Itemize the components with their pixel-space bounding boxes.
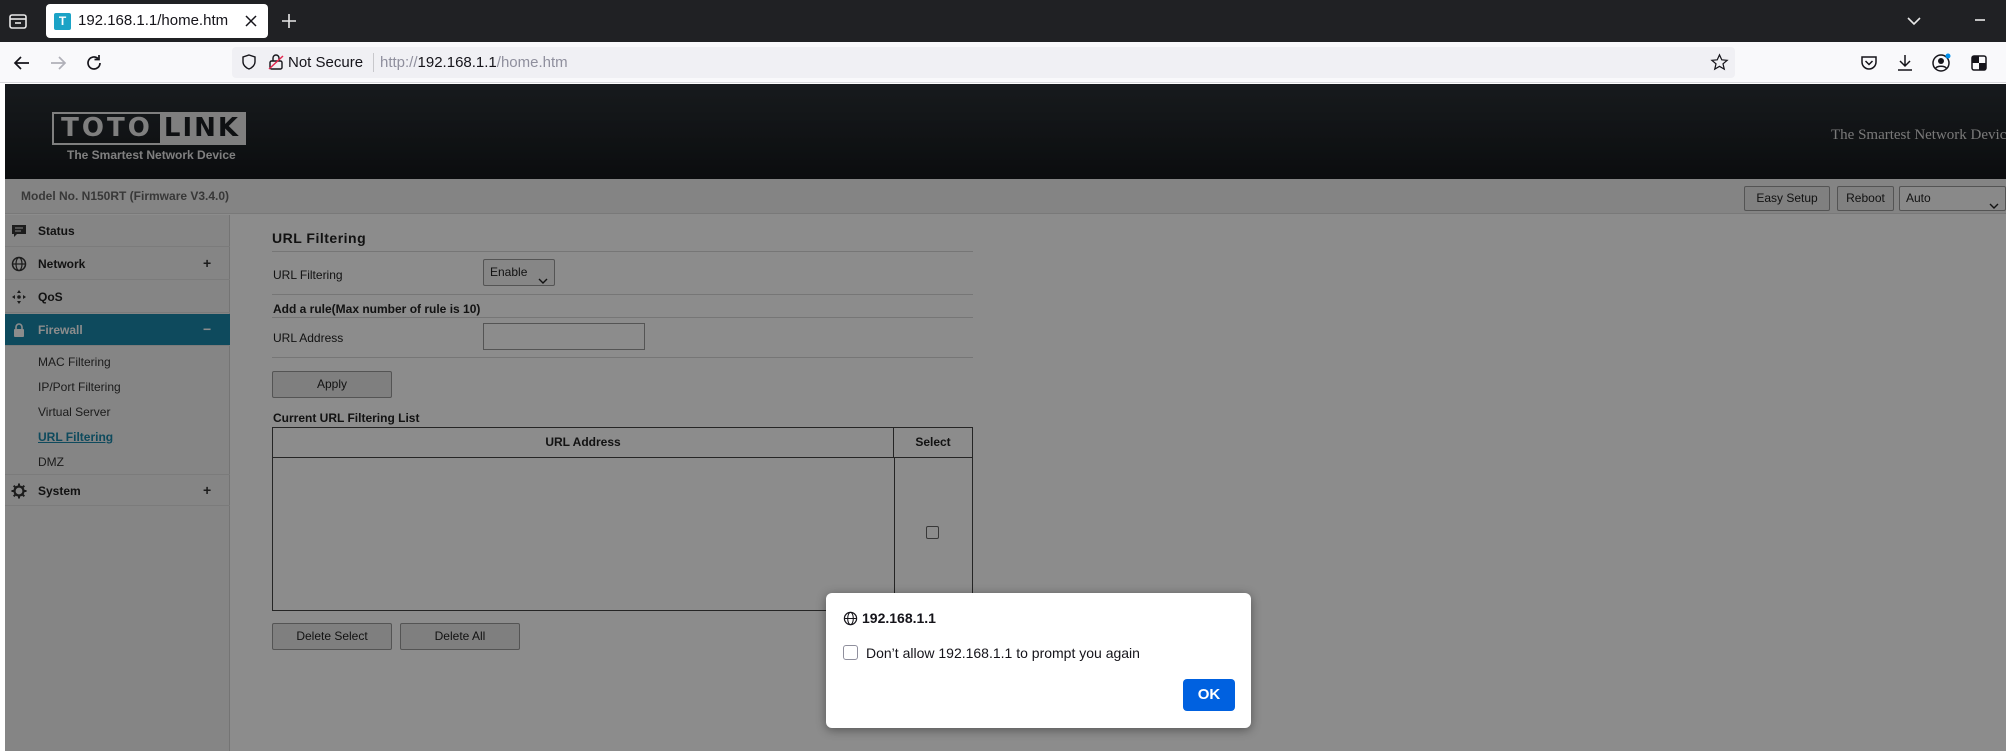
close-tab-icon[interactable]	[242, 12, 260, 30]
url-path: /home.htm	[496, 54, 568, 71]
tab-title: 192.168.1.1/home.htm	[78, 12, 229, 29]
dont-allow-label[interactable]: Don’t allow 192.168.1.1 to prompt you ag…	[866, 645, 1140, 661]
not-secure-label[interactable]: Not Secure	[288, 54, 363, 71]
ok-button[interactable]: OK	[1183, 679, 1235, 711]
dont-allow-checkbox[interactable]	[843, 645, 858, 660]
tab-list-icon[interactable]	[6, 9, 30, 33]
dialog-title: 192.168.1.1	[862, 610, 936, 626]
back-arrow-icon[interactable]	[10, 51, 34, 75]
tracking-shield-icon[interactable]	[240, 53, 258, 71]
forward-arrow-icon[interactable]	[46, 51, 70, 75]
browser-tab-bar: T 192.168.1.1/home.htm	[0, 0, 2006, 42]
url-text[interactable]: http://192.168.1.1/home.htm	[380, 54, 568, 71]
url-separator	[373, 53, 374, 72]
alert-dialog: 192.168.1.1 Don’t allow 192.168.1.1 to p…	[826, 593, 1251, 728]
minimize-icon[interactable]	[1970, 10, 1990, 30]
account-icon[interactable]	[1930, 52, 1952, 74]
extensions-menu-icon[interactable]	[1968, 52, 1990, 74]
browser-tab[interactable]: T 192.168.1.1/home.htm	[46, 4, 268, 38]
url-host: 192.168.1.1	[417, 54, 497, 71]
downloads-icon[interactable]	[1894, 52, 1916, 74]
chevron-down-icon[interactable]	[1904, 12, 1924, 30]
url-prefix: http://	[380, 54, 418, 71]
insecure-lock-icon[interactable]	[268, 53, 284, 71]
address-bar[interactable]: Not Secure http://192.168.1.1/home.htm	[232, 47, 1735, 78]
new-tab-icon[interactable]	[278, 10, 300, 32]
globe-icon	[843, 611, 858, 626]
pocket-icon[interactable]	[1858, 52, 1880, 74]
tab-favicon-icon: T	[54, 13, 71, 30]
browser-navigation-bar: Not Secure http://192.168.1.1/home.htm	[0, 42, 2006, 83]
reload-icon[interactable]	[82, 51, 106, 75]
bookmark-star-icon[interactable]	[1710, 53, 1729, 72]
